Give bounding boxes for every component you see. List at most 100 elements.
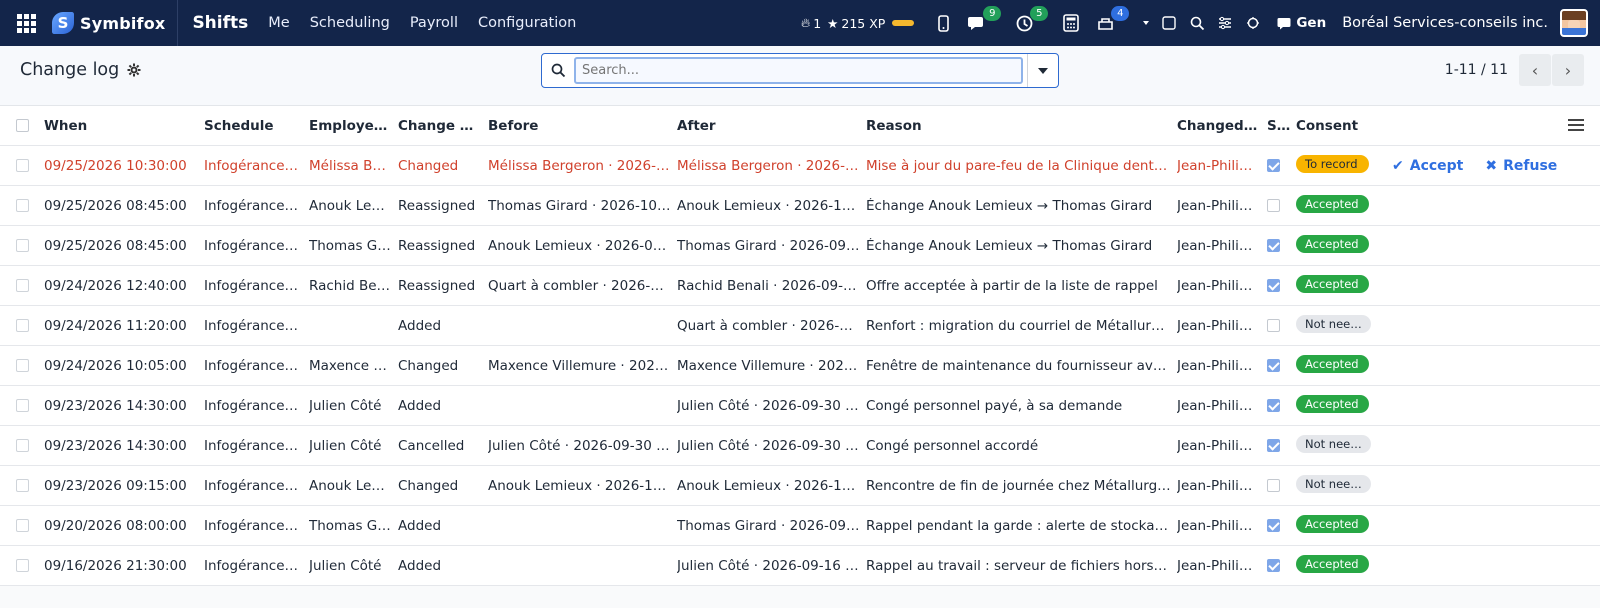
cell-schedule: Infogérance… (204, 317, 299, 334)
select-all-cell (0, 119, 44, 132)
table-row[interactable]: 09/16/2026 21:30:00 Infogérance… Julien … (0, 546, 1600, 586)
row-checkbox[interactable] (16, 399, 29, 412)
select-all-checkbox[interactable] (16, 119, 29, 132)
chevron-down-icon[interactable] (1141, 13, 1151, 33)
search-icon[interactable] (1187, 13, 1207, 33)
status-checkbox[interactable] (1267, 399, 1280, 412)
optional-columns-icon[interactable] (1568, 119, 1584, 133)
menu-payroll[interactable]: Payroll (410, 15, 458, 31)
cell-employee: Anouk Le… (309, 477, 385, 494)
row-checkbox[interactable] (16, 359, 29, 372)
column-header-consent[interactable]: Consent (1296, 118, 1391, 134)
pager-next-button[interactable]: › (1552, 54, 1584, 86)
table-row[interactable]: 09/23/2026 09:15:00 Infogérance… Anouk L… (0, 466, 1600, 506)
cell-employee: Julien Côté (309, 557, 382, 574)
menu-configuration[interactable]: Configuration (478, 15, 576, 31)
status-checkbox[interactable] (1267, 319, 1280, 332)
row-checkbox[interactable] (16, 199, 29, 212)
gear-icon[interactable] (127, 63, 141, 77)
search-input[interactable] (574, 57, 1023, 84)
column-header-changed-by[interactable]: Changed … (1177, 118, 1267, 134)
row-checkbox[interactable] (16, 479, 29, 492)
status-checkbox[interactable] (1267, 519, 1280, 532)
cell-consent: Accepted (1296, 394, 1391, 417)
column-header-reason[interactable]: Reason (866, 118, 1177, 134)
column-header-employee[interactable]: Employe… (309, 118, 398, 134)
row-checkbox[interactable] (16, 439, 29, 452)
cell-after: Julien Côté · 2026-09-30 … (677, 397, 859, 414)
row-checkbox[interactable] (16, 279, 29, 292)
table-row[interactable]: 09/25/2026 08:45:00 Infogérance… Anouk L… (0, 186, 1600, 226)
mobile-icon[interactable] (933, 13, 953, 33)
chevron-left-icon: ‹ (1531, 60, 1539, 80)
gen-label: Gen (1296, 15, 1327, 31)
brand-logo-icon: S (52, 12, 74, 34)
table-row[interactable]: 09/23/2026 14:30:00 Infogérance… Julien … (0, 386, 1600, 426)
column-header-change-type[interactable]: Change T… (398, 118, 488, 134)
row-checkbox[interactable] (16, 159, 29, 172)
page-title-text: Change log (20, 60, 120, 80)
table-row[interactable]: 09/24/2026 10:05:00 Infogérance… Maxence… (0, 346, 1600, 386)
row-checkbox[interactable] (16, 559, 29, 572)
cell-employee: Thomas G… (309, 517, 391, 534)
column-header-before[interactable]: Before (488, 118, 677, 134)
refuse-button[interactable]: ✖ Refuse (1485, 158, 1557, 174)
cell-after: Rachid Benali · 2026-09-… (677, 277, 857, 294)
status-checkbox[interactable] (1267, 239, 1280, 252)
cell-s (1267, 199, 1296, 212)
column-header-when[interactable]: When (44, 118, 204, 134)
table-row[interactable]: 09/25/2026 08:45:00 Infogérance… Thomas … (0, 226, 1600, 266)
column-header-s[interactable]: S… (1267, 118, 1296, 134)
cell-s (1267, 239, 1296, 252)
cell-reason: Fenêtre de maintenance du fournisseur av… (866, 357, 1167, 374)
chat-icon[interactable]: 9 (967, 6, 1002, 33)
row-select-cell (0, 439, 44, 452)
consent-badge: Accepted (1296, 234, 1369, 253)
accept-button[interactable]: ✔ Accept (1392, 158, 1463, 174)
menu-me[interactable]: Me (268, 15, 289, 31)
calculator-icon[interactable] (1061, 13, 1081, 33)
status-checkbox[interactable] (1267, 479, 1280, 492)
pager-previous-button[interactable]: ‹ (1519, 54, 1551, 86)
cell-employee: Rachid Be… (309, 277, 391, 294)
search-bar (541, 53, 1059, 88)
sliders-icon[interactable] (1215, 13, 1235, 33)
status-checkbox[interactable] (1267, 359, 1280, 372)
table-row[interactable]: 09/24/2026 11:20:00 Infogérance… Added Q… (0, 306, 1600, 346)
status-checkbox[interactable] (1267, 159, 1280, 172)
tablet-icon[interactable] (1159, 13, 1179, 33)
row-checkbox[interactable] (16, 519, 29, 532)
cell-change-type: Cancelled (398, 437, 465, 454)
company-switcher[interactable]: Boréal Services-conseils inc. (1342, 15, 1548, 31)
table-row[interactable]: 09/23/2026 14:30:00 Infogérance… Julien … (0, 426, 1600, 466)
streak-stat[interactable]: 🔥︎ 1 ★ 215 XP (801, 15, 915, 31)
app-menu-button[interactable] (0, 0, 52, 46)
cell-s (1267, 519, 1296, 532)
table-row[interactable]: 09/24/2026 12:40:00 Infogérance… Rachid … (0, 266, 1600, 306)
column-header-after[interactable]: After (677, 118, 866, 134)
brand[interactable]: S Symbifox (52, 0, 179, 46)
bug-icon[interactable] (1243, 13, 1263, 33)
menu-scheduling[interactable]: Scheduling (310, 15, 390, 31)
status-checkbox[interactable] (1267, 439, 1280, 452)
row-checkbox[interactable] (16, 319, 29, 332)
status-checkbox[interactable] (1267, 279, 1280, 292)
search-options-toggle[interactable] (1027, 54, 1058, 87)
cell-reason: Offre acceptée à partir de la liste de r… (866, 277, 1158, 294)
status-checkbox[interactable] (1267, 559, 1280, 572)
row-checkbox[interactable] (16, 239, 29, 252)
status-checkbox[interactable] (1267, 199, 1280, 212)
pager-range[interactable]: 1-11 / 11 (1445, 62, 1508, 78)
cell-when: 09/23/2026 14:30:00 (44, 437, 187, 454)
cell-changed-by: Jean-Phili… (1177, 477, 1253, 494)
table-row[interactable]: 09/25/2026 10:30:00 Infogérance… Mélissa… (0, 146, 1600, 186)
gen-assistant-button[interactable]: Gen (1277, 15, 1326, 31)
app-name[interactable]: Shifts (192, 13, 248, 33)
cell-consent: Not nee… (1296, 314, 1391, 337)
notification-icon[interactable]: 4 (1095, 6, 1130, 33)
activity-clock-icon[interactable]: 5 (1014, 6, 1049, 33)
cell-s (1267, 279, 1296, 292)
table-row[interactable]: 09/20/2026 08:00:00 Infogérance… Thomas … (0, 506, 1600, 546)
column-header-schedule[interactable]: Schedule (204, 118, 309, 134)
avatar[interactable] (1560, 9, 1588, 37)
